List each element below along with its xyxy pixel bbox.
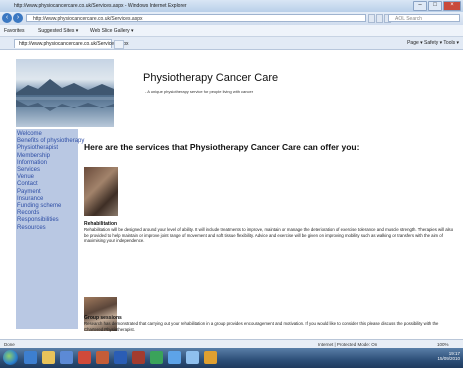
address-bar: ‹ › http://www.physiocancercare.co.uk/Se… [0,12,463,25]
start-button-icon[interactable] [3,350,18,365]
page-heading: Here are the services that Physiotherapy… [84,142,360,152]
browser-tab[interactable]: http://www.physiocancercare.co.uk/Servic… [14,39,129,48]
sidebar-item-contact[interactable]: Contact [16,181,78,188]
site-subtitle: - A unique physiotherapy service for peo… [145,89,254,94]
sidebar-item-venue[interactable]: Venue [16,174,78,181]
url-input[interactable]: http://www.physiocancercare.co.uk/Servic… [26,14,366,22]
forward-icon[interactable]: › [13,13,23,23]
page-content: Physiotherapy Cancer Care - A unique phy… [0,50,463,339]
sidebar-item-information[interactable]: Information [16,160,78,167]
word-taskbar-icon[interactable] [114,351,127,364]
sidebar-nav: Welcome Benefits of physiotherapy Physio… [16,129,84,329]
close-button[interactable]: × [443,1,461,11]
app2-taskbar-icon[interactable] [150,351,163,364]
rehabilitation-photo [84,167,118,216]
zoom-level[interactable]: 100% [437,342,449,347]
app-taskbar-icon[interactable] [78,351,91,364]
back-icon[interactable]: ‹ [2,13,12,23]
explorer-taskbar-icon[interactable] [42,351,55,364]
clock-date: 15/09/2010 [437,356,460,361]
favorites-bar: Favorites Suggested Sites ▾ Web Slice Ga… [0,25,463,37]
tab-bar: http://www.physiocancercare.co.uk/Servic… [0,37,463,50]
sidebar-item-payment[interactable]: Payment [16,189,78,196]
window-title-bar: http://www.physiocancercare.co.uk/Servic… [0,0,463,12]
security-zone: Internet | Protected Mode: On [318,342,378,347]
sidebar-item-records[interactable]: Records [16,210,78,217]
sidebar-item-resources[interactable]: Resources [16,225,78,232]
sidebar-item-funding-scheme[interactable]: Funding scheme [16,203,78,210]
site-title: Physiotherapy Cancer Care [143,72,279,84]
sidebar-item-benefits[interactable]: Benefits of physiotherapy [16,138,84,145]
paint-taskbar-icon[interactable] [96,351,109,364]
sidebar-item-insurance[interactable]: Insurance [16,196,78,203]
app5-taskbar-icon[interactable] [204,351,217,364]
search-input[interactable]: AOL Search [388,14,460,22]
system-tray: 19:17 15/09/2010 [437,351,460,361]
powerpoint-taskbar-icon[interactable] [132,351,145,364]
new-tab-button[interactable] [114,40,124,49]
minimize-button[interactable]: – [413,1,427,11]
ie-taskbar-icon[interactable] [24,351,37,364]
sidebar-item-responsibilities[interactable]: Responsibilities [16,217,78,224]
favorites-button[interactable]: Favorites [4,28,25,34]
sidebar-item-physiotherapist[interactable]: Physiotherapist [16,145,78,152]
app4-taskbar-icon[interactable] [186,351,199,364]
sidebar-item-welcome[interactable]: Welcome [16,131,78,138]
web-slice-gallery-link[interactable]: Web Slice Gallery ▾ [90,28,134,34]
section-text-rehabilitation: Rehabilitation will be designed around y… [84,227,454,244]
section-text-group-sessions: Research has demonstrated that carrying … [84,321,439,332]
maximize-button[interactable]: □ [428,1,442,11]
command-bar[interactable]: Page ▾ Safety ▾ Tools ▾ [407,40,459,46]
compat-view-icon[interactable] [368,14,375,23]
refresh-icon[interactable] [376,14,383,23]
site-logo-image [16,59,114,127]
sidebar-item-membership[interactable]: Membership [16,153,78,160]
status-text: Done [4,342,15,347]
media-taskbar-icon[interactable] [60,351,73,364]
app3-taskbar-icon[interactable] [168,351,181,364]
sidebar-item-services[interactable]: Services [16,167,78,174]
window-controls: – □ × [413,1,461,11]
suggested-sites-link[interactable]: Suggested Sites ▾ [38,28,78,34]
windows-taskbar: 19:17 15/09/2010 [0,348,463,368]
window-title: http://www.physiocancercare.co.uk/Servic… [14,3,187,9]
